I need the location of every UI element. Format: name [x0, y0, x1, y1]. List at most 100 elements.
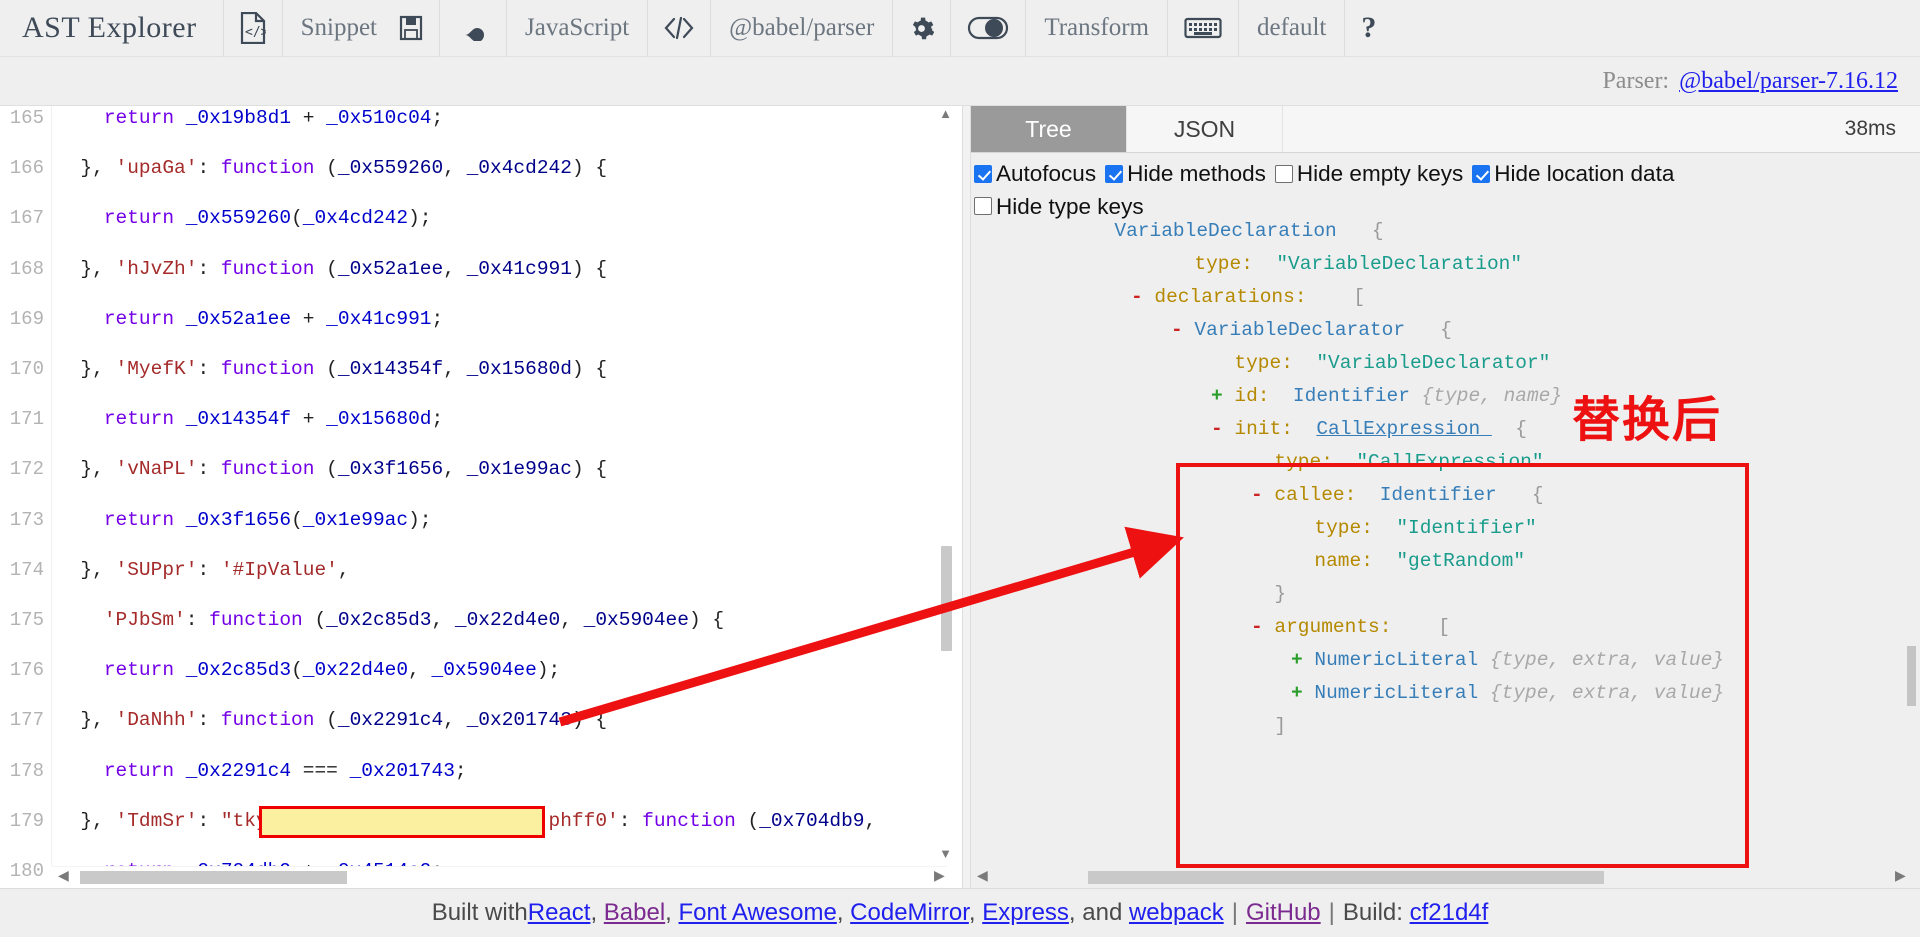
- line-code[interactable]: return _0x2c85d3(_0x22d4e0, _0x5904ee);: [57, 658, 560, 683]
- line-code[interactable]: }, 'MyefK': function (_0x14354f, _0x1568…: [57, 357, 607, 382]
- tree-row[interactable]: VariableDeclaration {: [971, 215, 1920, 248]
- editor-line[interactable]: 171 return _0x14354f + _0x15680d;: [0, 407, 962, 432]
- scroll-left-arrow-icon[interactable]: ◀: [58, 868, 69, 885]
- checkbox-icon[interactable]: [1274, 164, 1293, 183]
- line-code[interactable]: return _0x2291c4 === _0x201743;: [57, 759, 467, 784]
- footer-build-hash[interactable]: cf21d4f: [1410, 899, 1489, 926]
- tree-row[interactable]: }: [971, 578, 1920, 611]
- collapse-toggle-icon[interactable]: -: [1171, 319, 1194, 341]
- tree-row[interactable]: - VariableDeclarator {: [971, 314, 1920, 347]
- tree-row[interactable]: ]: [971, 710, 1920, 743]
- checkbox-icon[interactable]: [1472, 164, 1491, 183]
- parser-icon-button[interactable]: [648, 0, 712, 57]
- tree-row[interactable]: + NumericLiteral {type, extra, value}: [971, 677, 1920, 710]
- editor-line[interactable]: 169 return _0x52a1ee + _0x41c991;: [0, 307, 962, 332]
- editor-line[interactable]: 166 }, 'upaGa': function (_0x559260, _0x…: [0, 156, 962, 181]
- transform-label[interactable]: Transform: [1026, 0, 1168, 57]
- code-editor-pane[interactable]: 165 return _0x19b8d1 + _0x510c04; 166 }, …: [0, 106, 962, 888]
- expand-toggle-icon[interactable]: +: [1211, 385, 1234, 407]
- line-code[interactable]: }, 'vNaPL': function (_0x3f1656, _0x1e99…: [57, 457, 607, 482]
- editor-line[interactable]: 165 return _0x19b8d1 + _0x510c04;: [0, 106, 962, 131]
- parser-settings-button[interactable]: [893, 0, 952, 57]
- tree-row[interactable]: - arguments: [: [971, 611, 1920, 644]
- footer-link-express[interactable]: Express: [982, 899, 1069, 926]
- option-hide-location-data[interactable]: Hide location data: [1472, 158, 1674, 189]
- editor-line[interactable]: 173 return _0x3f1656(_0x1e99ac);: [0, 508, 962, 533]
- tree-scroll-left-arrow-icon[interactable]: ◀: [977, 868, 988, 885]
- footer-link-codemirror[interactable]: CodeMirror: [850, 899, 969, 926]
- footer-link-babel[interactable]: Babel: [604, 899, 665, 926]
- tree-token[interactable]: CallExpression: [1316, 418, 1492, 440]
- checkbox-icon[interactable]: [974, 197, 992, 215]
- tree-horizontal-scroll-thumb[interactable]: [1088, 871, 1604, 884]
- collapse-toggle-icon[interactable]: -: [1251, 616, 1274, 638]
- editor-line[interactable]: 168 }, 'hJvZh': function (_0x52a1ee, _0x…: [0, 257, 962, 282]
- editor-line[interactable]: 167 return _0x559260(_0x4cd242);: [0, 206, 962, 231]
- tree-row[interactable]: type: "CallExpression": [971, 446, 1920, 479]
- tree-row[interactable]: + NumericLiteral {type, extra, value}: [971, 644, 1920, 677]
- line-code[interactable]: return _0x3f1656(_0x1e99ac);: [57, 508, 432, 533]
- transform-toggle-button[interactable]: [951, 0, 1027, 57]
- editor-line[interactable]: 170 }, 'MyefK': function (_0x14354f, _0x…: [0, 357, 962, 382]
- keymap-label[interactable]: default: [1239, 0, 1346, 57]
- tree-row[interactable]: type: "VariableDeclaration": [971, 248, 1920, 281]
- option-hide-empty-keys[interactable]: Hide empty keys: [1274, 158, 1463, 189]
- collapse-toggle-icon[interactable]: -: [1131, 286, 1154, 308]
- checkbox-icon[interactable]: [974, 164, 992, 183]
- line-code[interactable]: return _0x14354f + _0x15680d;: [57, 407, 443, 432]
- tree-horizontal-scrollbar[interactable]: ◀ ▶: [971, 866, 1920, 888]
- line-code[interactable]: 'PJbSm': function (_0x2c85d3, _0x22d4e0,…: [57, 608, 724, 633]
- parser-version-link[interactable]: @babel/parser-7.16.12: [1679, 68, 1898, 95]
- tree-scroll-right-arrow-icon[interactable]: ▶: [1895, 868, 1906, 885]
- editor-line[interactable]: 176 return _0x2c85d3(_0x22d4e0, _0x5904e…: [0, 658, 962, 683]
- editor-vertical-scrollbar[interactable]: [939, 106, 953, 866]
- editor-line[interactable]: 172 }, 'vNaPL': function (_0x3f1656, _0x…: [0, 457, 962, 482]
- editor-horizontal-scroll-thumb[interactable]: [80, 871, 347, 884]
- line-code[interactable]: }, 'hJvZh': function (_0x52a1ee, _0x41c9…: [57, 257, 607, 282]
- scroll-up-arrow-icon[interactable]: ▲: [939, 107, 952, 120]
- line-code[interactable]: return _0x559260(_0x4cd242);: [57, 206, 432, 231]
- tree-row[interactable]: - callee: Identifier {: [971, 479, 1920, 512]
- footer-link-react[interactable]: React: [528, 899, 591, 926]
- line-code[interactable]: }, 'DaNhh': function (_0x2291c4, _0x2017…: [57, 708, 607, 733]
- line-code[interactable]: }, 'SUPpr': '#IpValue',: [57, 558, 349, 583]
- expand-toggle-icon[interactable]: +: [1291, 682, 1314, 704]
- option-autofocus[interactable]: Autofocus: [974, 158, 1096, 189]
- tab-tree[interactable]: Tree: [971, 106, 1127, 152]
- snippet-label[interactable]: Snippet: [283, 0, 383, 57]
- checkbox-icon[interactable]: [1105, 164, 1124, 183]
- scroll-down-arrow-icon[interactable]: ▼: [939, 847, 952, 860]
- tree-row[interactable]: - declarations: [: [971, 281, 1920, 314]
- tab-json[interactable]: JSON: [1127, 106, 1283, 152]
- expand-toggle-icon[interactable]: +: [1291, 649, 1314, 671]
- ast-output-pane[interactable]: Tree JSON 38ms Autofocus Hide methods Hide e…: [971, 106, 1920, 888]
- language-label[interactable]: JavaScript: [507, 0, 649, 57]
- footer-link-font-awesome[interactable]: Font Awesome: [679, 899, 837, 926]
- editor-line[interactable]: 177 }, 'DaNhh': function (_0x2291c4, _0x…: [0, 708, 962, 733]
- line-code[interactable]: return _0x52a1ee + _0x41c991;: [57, 307, 443, 332]
- parser-name-label[interactable]: @babel/parser: [711, 0, 894, 57]
- tree-row[interactable]: name: "getRandom": [971, 545, 1920, 578]
- save-button[interactable]: [383, 0, 440, 57]
- ast-tree[interactable]: VariableDeclaration { type: "VariableDec…: [971, 215, 1920, 865]
- editor-vertical-scroll-thumb[interactable]: [941, 546, 952, 651]
- javascript-icon[interactable]: [440, 0, 507, 57]
- codemirror-editor[interactable]: 165 return _0x19b8d1 + _0x510c04; 166 }, …: [0, 106, 962, 882]
- collapse-toggle-icon[interactable]: -: [1211, 418, 1234, 440]
- tree-row[interactable]: - init: CallExpression {: [971, 413, 1920, 446]
- editor-line[interactable]: 175 'PJbSm': function (_0x2c85d3, _0x22d…: [0, 608, 962, 633]
- editor-line[interactable]: 178 return _0x2291c4 === _0x201743;: [0, 759, 962, 784]
- tree-row[interactable]: + id: Identifier {type, name}: [971, 380, 1920, 413]
- tree-row[interactable]: type: "VariableDeclarator": [971, 347, 1920, 380]
- footer-link-github[interactable]: GitHub: [1246, 899, 1321, 926]
- line-code[interactable]: return _0x19b8d1 + _0x510c04;: [57, 106, 443, 131]
- tree-row[interactable]: type: "Identifier": [971, 512, 1920, 545]
- pane-divider[interactable]: [962, 106, 971, 888]
- editor-line[interactable]: 174 }, 'SUPpr': '#IpValue',: [0, 558, 962, 583]
- scroll-right-arrow-icon[interactable]: ▶: [934, 868, 945, 885]
- collapse-toggle-icon[interactable]: -: [1251, 484, 1274, 506]
- tree-vertical-scroll-thumb[interactable]: [1907, 646, 1916, 706]
- footer-link-webpack[interactable]: webpack: [1129, 899, 1224, 926]
- line-code[interactable]: }, 'upaGa': function (_0x559260, _0x4cd2…: [57, 156, 607, 181]
- option-hide-methods[interactable]: Hide methods: [1105, 158, 1266, 189]
